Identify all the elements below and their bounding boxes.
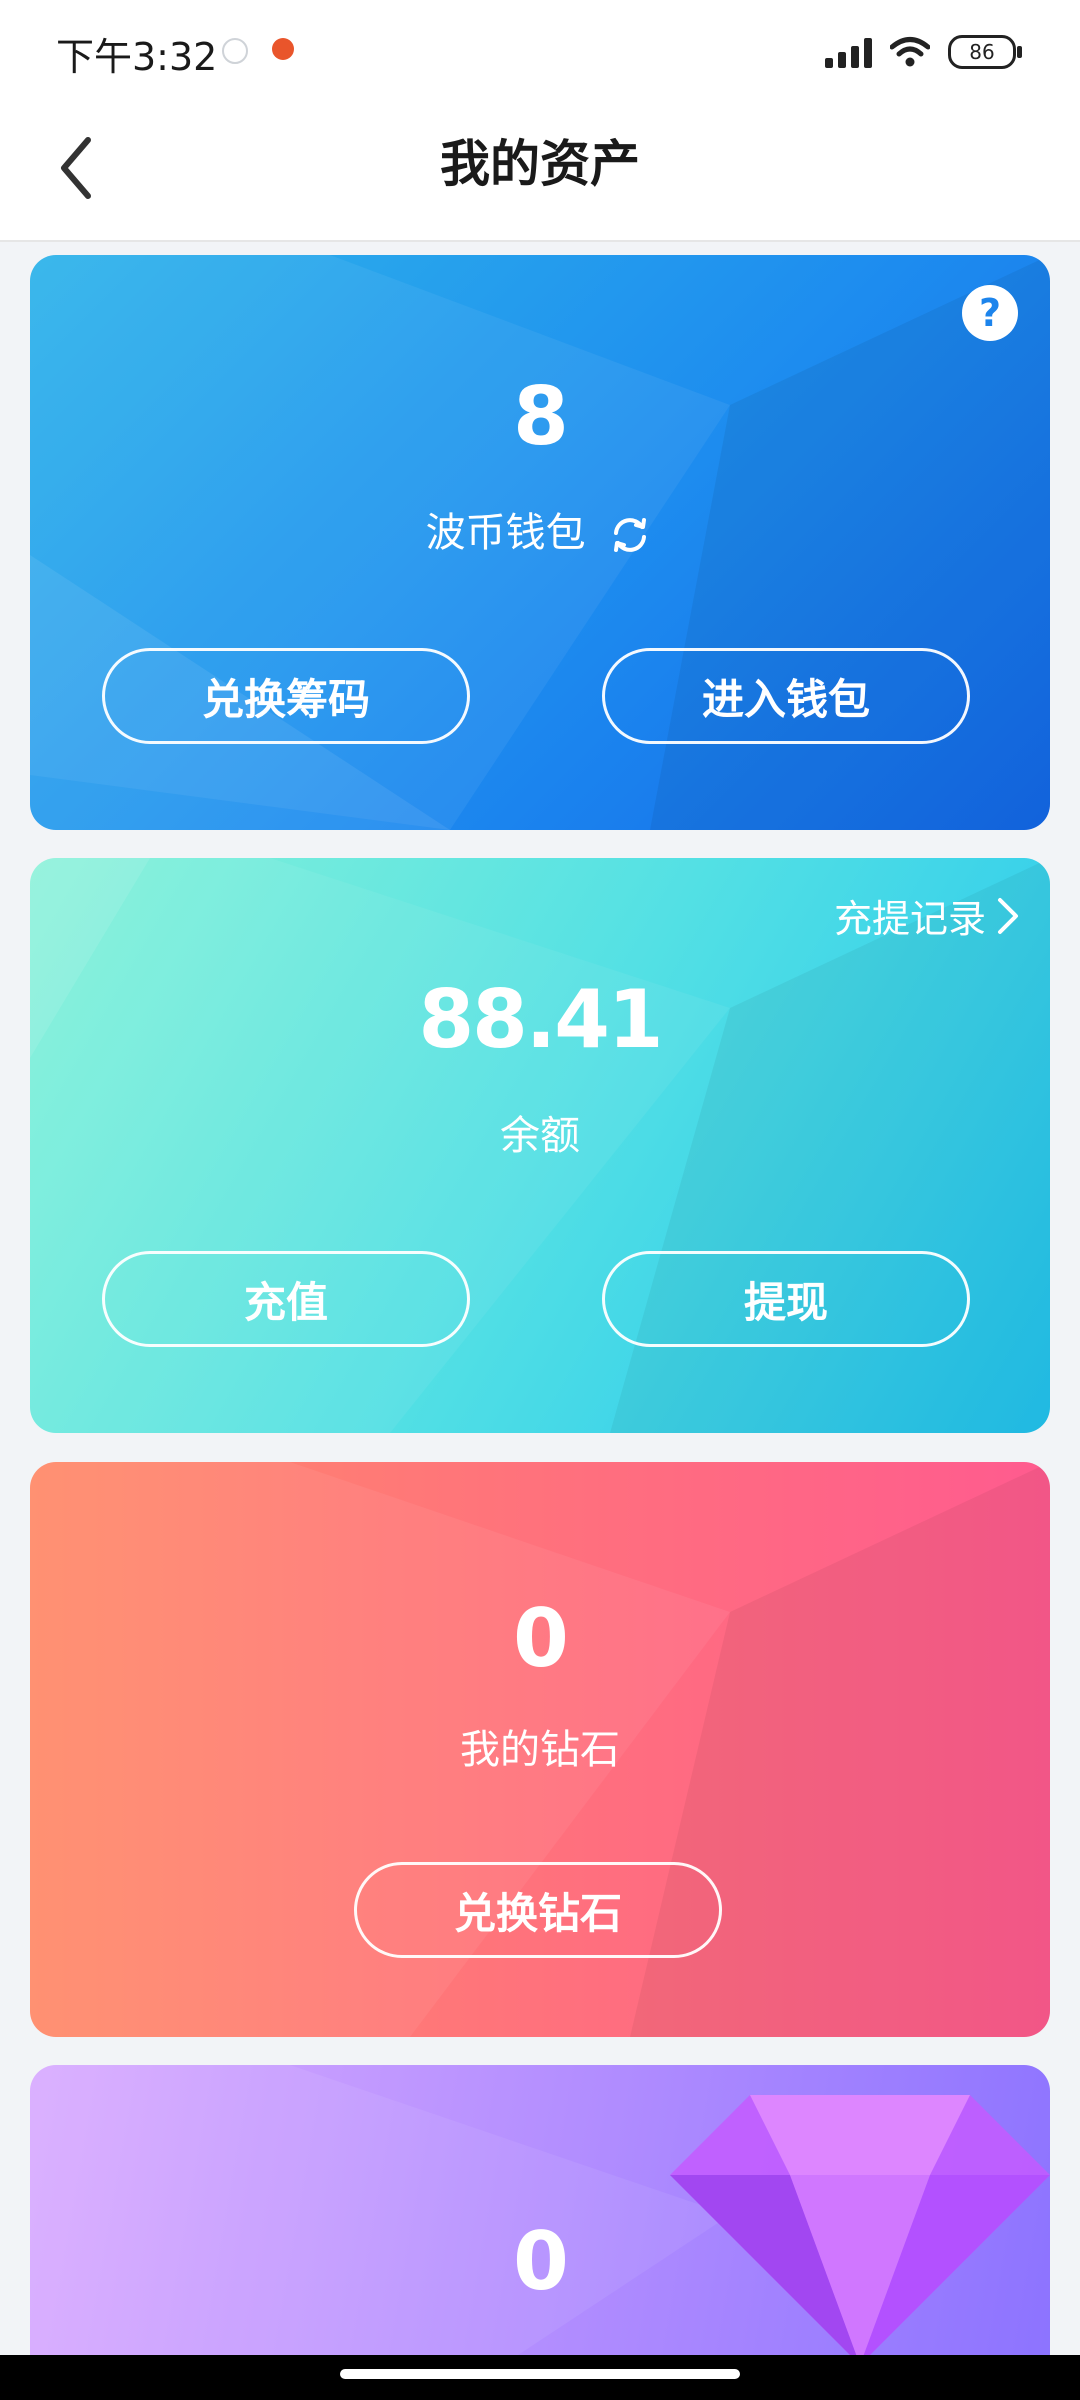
wallet-card: ? 8 波币钱包 兑换筹码 进入钱包 — [30, 255, 1050, 830]
balance-value: 88.41 — [418, 973, 663, 1066]
wifi-icon — [890, 37, 930, 67]
status-time: 下午3:32 — [56, 35, 218, 79]
notification-icon — [222, 38, 248, 64]
records-label: 充提记录 — [833, 897, 986, 941]
home-indicator[interactable] — [340, 2369, 740, 2379]
records-link[interactable]: 充提记录 — [834, 888, 1020, 943]
diamond-label: 我的钻石 — [460, 1727, 620, 1773]
page-title: 我的资产 — [440, 135, 640, 193]
signal-icon — [825, 36, 872, 68]
battery-indicator: 86 — [948, 35, 1022, 69]
gem-value: 0 — [513, 2215, 569, 2308]
gem-card: 0 — [30, 2065, 1050, 2400]
help-button[interactable]: ? — [962, 285, 1018, 341]
balance-card: 充提记录 88.41 余额 充值 提现 — [30, 858, 1050, 1433]
wallet-label: 波币钱包 — [425, 510, 586, 556]
status-indicators: 86 — [825, 30, 1022, 74]
balance-label: 余额 — [500, 1113, 580, 1159]
header: 我的资产 — [0, 100, 1080, 242]
app-notification-icon — [272, 38, 294, 60]
withdraw-button[interactable]: 提现 — [602, 1251, 970, 1347]
home-indicator-bar — [0, 2355, 1080, 2400]
recharge-button[interactable]: 充值 — [102, 1251, 470, 1347]
refresh-icon[interactable] — [606, 511, 654, 559]
wallet-label-row: 波币钱包 — [30, 500, 1050, 559]
exchange-diamonds-button[interactable]: 兑换钻石 — [354, 1862, 722, 1958]
enter-wallet-button[interactable]: 进入钱包 — [602, 648, 970, 744]
diamond-value: 0 — [513, 1592, 569, 1685]
status-bar: 下午3:32 86 — [0, 0, 1080, 100]
chevron-right-icon — [998, 897, 1018, 934]
wallet-value: 8 — [513, 370, 569, 463]
diamond-card: 0 我的钻石 兑换钻石 — [30, 1462, 1050, 2037]
exchange-chips-button[interactable]: 兑换筹码 — [102, 648, 470, 744]
